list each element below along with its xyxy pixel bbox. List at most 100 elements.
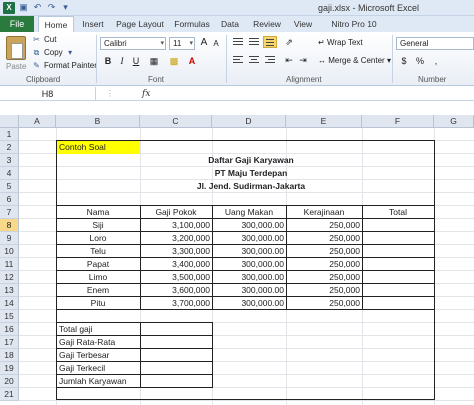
italic-button[interactable]: I (116, 55, 128, 67)
column-header-b[interactable]: B (56, 115, 140, 128)
wrap-text-button[interactable]: ↵ Wrap Text (318, 38, 363, 47)
table-border (362, 205, 363, 310)
column-header-f[interactable]: F (362, 115, 434, 128)
row-header-8[interactable]: 8 (0, 219, 19, 232)
row-header-19[interactable]: 19 (0, 362, 19, 375)
row-header-17[interactable]: 17 (0, 336, 19, 349)
font-name-value: Calibri (104, 39, 127, 48)
row-header-5[interactable]: 5 (0, 180, 19, 193)
tab-formulas[interactable]: Formulas (171, 16, 213, 32)
group-divider (226, 35, 227, 83)
table-border (56, 257, 435, 258)
fill-color-icon[interactable]: ▩ (168, 55, 180, 67)
bold-button[interactable]: B (102, 55, 114, 67)
align-bottom-icon[interactable] (263, 36, 277, 48)
column-header-d[interactable]: D (212, 115, 286, 128)
column-header-e[interactable]: E (286, 115, 362, 128)
tab-view[interactable]: View (290, 16, 316, 32)
tab-data[interactable]: Data (217, 16, 243, 32)
row-header-6[interactable]: 6 (0, 193, 19, 206)
table-border (286, 205, 287, 310)
align-right-icon[interactable] (263, 54, 277, 66)
row-header-16[interactable]: 16 (0, 323, 19, 336)
table-border (56, 218, 435, 219)
paste-button-label[interactable]: Paste (6, 62, 26, 71)
increase-indent-icon[interactable]: ⇥ (297, 54, 309, 66)
title-bar: X ▣ ↶ ↷ ▾ gaji.xlsx - Microsoft Excel (0, 0, 474, 16)
brush-icon: ✎ (33, 61, 40, 70)
paste-icon[interactable] (6, 36, 26, 60)
row-header-7[interactable]: 7 (0, 206, 19, 219)
currency-icon[interactable]: $ (398, 55, 410, 67)
underline-button[interactable]: U (130, 55, 142, 67)
table-border (56, 270, 435, 271)
column-header-g[interactable]: G (434, 115, 474, 128)
merge-center-label: Merge & Center (328, 56, 385, 65)
customize-dropdown-icon[interactable]: ▾ (60, 2, 71, 13)
redo-icon[interactable]: ↷ (46, 2, 57, 13)
tab-review[interactable]: Review (249, 16, 285, 32)
worksheet-grid[interactable]: A B C D E F G 1 2 3 4 5 6 7 8 9 10 11 12… (0, 102, 474, 405)
merge-center-button[interactable]: ↔ Merge & Center ▾ (318, 56, 391, 65)
align-center-icon[interactable] (247, 54, 261, 66)
row-header-13[interactable]: 13 (0, 284, 19, 297)
shrink-font-button[interactable]: A (210, 38, 222, 50)
wrap-text-icon: ↵ (318, 38, 325, 47)
cut-label: Cut (44, 35, 57, 44)
font-color-icon[interactable]: A (186, 55, 198, 67)
align-top-icon[interactable] (231, 36, 245, 48)
row-header-4[interactable]: 4 (0, 167, 19, 180)
row-header-11[interactable]: 11 (0, 258, 19, 271)
format-painter-label: Format Painter (44, 61, 97, 70)
tab-insert[interactable]: Insert (78, 16, 108, 32)
summary-border (56, 361, 213, 362)
grow-font-button[interactable]: A (198, 37, 210, 49)
summary-border (56, 348, 213, 349)
row-header-18[interactable]: 18 (0, 349, 19, 362)
excel-logo-icon[interactable]: X (3, 2, 15, 14)
save-icon[interactable]: ▣ (18, 2, 29, 13)
row-header-15[interactable]: 15 (0, 310, 19, 323)
tab-file[interactable]: File (0, 16, 34, 32)
tab-nitro-pro[interactable]: Nitro Pro 10 (324, 16, 384, 32)
decrease-indent-icon[interactable]: ⇤ (283, 54, 295, 66)
row-header-3[interactable]: 3 (0, 154, 19, 167)
column-header-c[interactable]: C (140, 115, 212, 128)
row-header-9[interactable]: 9 (0, 232, 19, 245)
copy-button[interactable]: ⧉ Copy ▾ (32, 48, 75, 57)
table-border (56, 296, 435, 297)
window-title: gaji.xlsx - Microsoft Excel (318, 3, 420, 13)
cut-button[interactable]: ✂ Cut (32, 35, 56, 44)
undo-icon[interactable]: ↶ (32, 2, 43, 13)
formula-bar: H8 ⋮ fx (0, 87, 474, 101)
tab-home[interactable]: Home (38, 16, 74, 32)
number-format-combo[interactable]: General (396, 37, 474, 50)
summary-border (212, 322, 213, 388)
clipboard-group-label: Clipboard (26, 75, 61, 84)
borders-icon[interactable]: ▦ (148, 55, 160, 67)
row-header-14[interactable]: 14 (0, 297, 19, 310)
table-border (56, 205, 435, 206)
group-divider (96, 35, 97, 83)
copy-icon: ⧉ (33, 48, 40, 57)
percent-icon[interactable]: % (414, 55, 426, 67)
select-all-corner[interactable] (0, 115, 19, 128)
insert-function-button[interactable]: fx (142, 87, 150, 101)
name-box[interactable]: H8 (0, 87, 96, 101)
column-header-a[interactable]: A (19, 115, 56, 128)
row-header-12[interactable]: 12 (0, 271, 19, 284)
format-painter-button[interactable]: ✎ Format Painter (32, 61, 97, 70)
summary-border (56, 387, 213, 388)
row-header-2[interactable]: 2 (0, 141, 19, 154)
comma-style-icon[interactable]: , (430, 55, 442, 67)
row-header-10[interactable]: 10 (0, 245, 19, 258)
row-header-21[interactable]: 21 (0, 388, 19, 401)
font-size-combo[interactable]: 11 ▾ (169, 37, 195, 50)
row-header-1[interactable]: 1 (0, 128, 19, 141)
row-header-20[interactable]: 20 (0, 375, 19, 388)
font-name-combo[interactable]: Calibri ▾ (100, 37, 166, 50)
orientation-icon[interactable]: ⇗ (283, 36, 295, 48)
tab-page-layout[interactable]: Page Layout (112, 16, 168, 32)
align-left-icon[interactable] (231, 54, 245, 66)
align-middle-icon[interactable] (247, 36, 261, 48)
